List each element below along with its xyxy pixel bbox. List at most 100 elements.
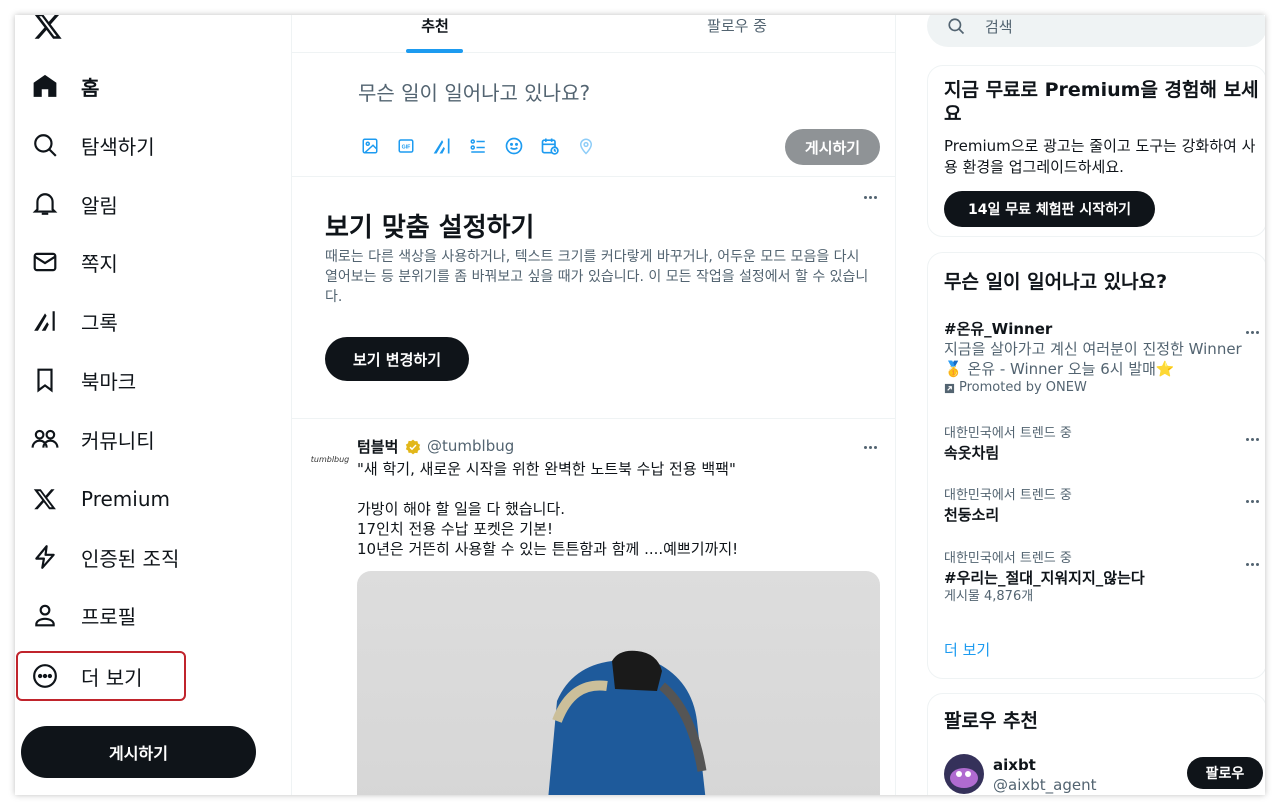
promoted-by-text: Promoted by ONEW [959, 380, 1087, 395]
nav-label: 그록 [81, 310, 118, 335]
post-button[interactable]: 게시하기 [21, 726, 256, 778]
tab-recommended[interactable]: 추천 [405, 15, 465, 53]
display-customization-card: 보기 맞춤 설정하기 때로는 다른 색상을 사용하거나, 텍스트 크기를 커다랗… [292, 177, 896, 419]
schedule-icon[interactable] [538, 134, 562, 158]
x-logo-icon[interactable] [33, 15, 63, 41]
suggested-user-handle[interactable]: @aixbt_agent [993, 776, 1096, 794]
trend-meta: 대한민국에서 트렌드 중 [944, 488, 1072, 503]
more-options-icon[interactable] [860, 191, 880, 203]
trend-name: #우리는_절대_지워지지_않는다 [944, 569, 1145, 587]
location-icon[interactable] [574, 134, 598, 158]
compose-toolbar: GIF [358, 134, 598, 158]
nav-label: 탐색하기 [81, 134, 155, 159]
poll-icon[interactable] [466, 134, 490, 158]
nav-label: 커뮤니티 [81, 428, 155, 453]
avatar[interactable]: tumblbug [308, 437, 352, 481]
trend-item[interactable]: 대한민국에서 트렌드 중 #우리는_절대_지워지지_않는다 게시물 4,876개 [944, 550, 1262, 606]
tweet-image[interactable] [357, 571, 880, 795]
trend-description: 지금을 살아가고 계신 여러분이 진정한 Winner 🥇 온유 - Winne… [944, 340, 1242, 378]
more-circle-icon [31, 662, 59, 690]
grok-icon [31, 307, 59, 335]
trend-meta: 대한민국에서 트렌드 중 [944, 426, 1072, 441]
show-more-link[interactable]: 더 보기 [944, 639, 990, 660]
trend-item[interactable]: 대한민국에서 트렌드 중 속옷차림 [944, 425, 1262, 463]
gif-icon[interactable]: GIF [394, 134, 418, 158]
nav-item-home[interactable]: 홈 [31, 62, 99, 110]
premium-title: 지금 무료로 Premium을 경험해 보세요 [944, 79, 1259, 125]
tab-following[interactable]: 팔로우 중 [692, 15, 782, 53]
tweet[interactable]: tumblbug 텀블벅 @tumblbug "새 학기, 새로운 시작을 위한… [292, 419, 896, 795]
bell-icon [31, 190, 59, 218]
nav-item-verified-orgs[interactable]: 인증된 조직 [31, 533, 179, 581]
trend-meta: 대한민국에서 트렌드 중 [944, 551, 1072, 566]
follow-button[interactable]: 팔로우 [1187, 757, 1263, 789]
avatar-text: tumblbug [310, 454, 350, 464]
mail-icon [31, 248, 59, 276]
bookmark-icon [31, 366, 59, 394]
more-options-icon[interactable] [1242, 495, 1262, 507]
suggested-user-name[interactable]: aixbt [993, 756, 1036, 774]
home-icon [31, 72, 59, 100]
main-timeline: 추천 팔로우 중 무슨 일이 일어나고 있나요? GIF 게시하기 보기 맞춤 … [291, 15, 896, 795]
trends-card: 무슨 일이 일어나고 있나요? #온유_Winner 지금을 살아가고 계신 여… [927, 252, 1265, 679]
right-sidebar: 검색 지금 무료로 Premium을 경험해 보세요 Premium으로 광고는… [911, 15, 1265, 795]
compose-box: 무슨 일이 일어나고 있나요? GIF 게시하기 [292, 53, 896, 177]
nav-label: 홈 [81, 75, 100, 100]
who-to-follow-card: 팔로우 추천 aixbt @aixbt_agent 팔로우 [927, 693, 1265, 795]
trend-name: #온유_Winner [944, 320, 1053, 338]
search-bar[interactable]: 검색 [927, 15, 1265, 47]
nav-label: 쪽지 [81, 251, 118, 276]
nav-item-explore[interactable]: 탐색하기 [31, 121, 155, 169]
image-icon[interactable] [358, 134, 382, 158]
grok-icon[interactable] [430, 134, 454, 158]
change-display-button[interactable]: 보기 변경하기 [325, 337, 469, 381]
svg-text:GIF: GIF [402, 145, 412, 151]
trend-name: 속옷차림 [944, 444, 1000, 462]
nav-item-notifications[interactable]: 알림 [31, 180, 118, 228]
nav-item-messages[interactable]: 쪽지 [31, 238, 118, 286]
more-options-icon[interactable] [1242, 558, 1262, 570]
promoted-trend[interactable]: #온유_Winner 지금을 살아가고 계신 여러분이 진정한 Winner 🥇… [944, 319, 1262, 397]
avatar[interactable] [944, 754, 984, 794]
emoji-icon[interactable] [502, 134, 526, 158]
tweet-author-handle[interactable]: @tumblbug [427, 437, 514, 455]
more-options-icon[interactable] [860, 441, 880, 453]
nav-label: 북마크 [81, 369, 137, 394]
nav-item-more[interactable]: 더 보기 [31, 652, 143, 700]
compose-post-button[interactable]: 게시하기 [785, 129, 880, 165]
nav-item-communities[interactable]: 커뮤니티 [31, 415, 155, 463]
nav-item-grok[interactable]: 그록 [31, 297, 118, 345]
premium-description: Premium으로 광고는 줄이고 도구는 강화하여 사용 환경을 업그레이드하… [944, 137, 1256, 176]
compose-input[interactable]: 무슨 일이 일어나고 있나요? [358, 77, 590, 106]
premium-card: 지금 무료로 Premium을 경험해 보세요 Premium으로 광고는 줄이… [927, 65, 1265, 237]
search-icon [31, 131, 59, 159]
profile-icon [31, 601, 59, 629]
nav-item-premium[interactable]: Premium [31, 475, 170, 523]
trend-item[interactable]: 대한민국에서 트렌드 중 천둥소리 [944, 487, 1262, 525]
x-premium-icon [31, 485, 59, 513]
start-trial-button[interactable]: 14일 무료 체험판 시작하기 [944, 191, 1155, 227]
tweet-author-name[interactable]: 텀블벅 [357, 436, 398, 457]
promoted-icon [944, 383, 955, 393]
nav-label: 프로필 [81, 604, 137, 629]
more-options-icon[interactable] [1242, 326, 1262, 338]
timeline-tabs: 추천 팔로우 중 [292, 15, 896, 53]
nav-label: Premium [81, 487, 170, 511]
who-to-follow-title: 팔로우 추천 [944, 710, 1039, 732]
display-card-title: 보기 맞춤 설정하기 [325, 213, 535, 243]
trend-name: 천둥소리 [944, 506, 1000, 524]
promoted-label: Promoted by ONEW [944, 379, 1262, 397]
nav-label: 더 보기 [81, 665, 143, 690]
search-input[interactable]: 검색 [985, 16, 1013, 37]
nav-item-bookmarks[interactable]: 북마크 [31, 356, 136, 404]
nav-item-profile[interactable]: 프로필 [31, 591, 136, 639]
app-window: 홈 탐색하기 알림 쪽지 그록 북마크 커뮤니티 Premium 인증된 조직 … [15, 15, 1265, 795]
lightning-icon [31, 543, 59, 571]
trends-title: 무슨 일이 일어나고 있나요? [944, 271, 1168, 293]
more-options-icon[interactable] [1242, 433, 1262, 445]
left-sidebar: 홈 탐색하기 알림 쪽지 그록 북마크 커뮤니티 Premium 인증된 조직 … [15, 15, 291, 795]
tweet-text: "새 학기, 새로운 시작을 위한 완벽한 노트북 수납 전용 백팩" 가방이 … [357, 460, 739, 558]
trend-post-count: 게시물 4,876개 [944, 589, 1034, 604]
display-card-description: 때로는 다른 색상을 사용하거나, 텍스트 크기를 커다랗게 바꾸거나, 어두운… [325, 249, 869, 305]
nav-label: 알림 [81, 193, 118, 218]
